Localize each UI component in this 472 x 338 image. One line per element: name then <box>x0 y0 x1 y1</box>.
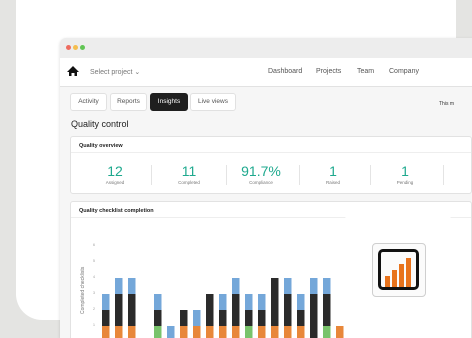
tab-reports[interactable]: Reports <box>110 93 147 111</box>
bar-segment <box>297 294 305 310</box>
y-tick-label: 2 <box>93 307 95 311</box>
bar-segment <box>154 310 162 326</box>
checklist-completion-title: Quality checklist completion <box>79 208 154 214</box>
nav-link-company[interactable]: Company <box>389 68 419 75</box>
stat-raised: 1 Raised <box>301 164 365 185</box>
stat-value: 1 <box>401 163 409 179</box>
bar-segment <box>310 294 318 338</box>
bar-segment <box>219 310 227 326</box>
bar-segment <box>206 294 214 326</box>
bar-segment <box>310 278 318 294</box>
bar-segment <box>245 310 253 326</box>
bar-segment <box>115 326 123 338</box>
bar-segment <box>271 326 279 338</box>
divider <box>370 165 371 185</box>
bar-segment <box>232 326 240 338</box>
tab-insights[interactable]: Insights <box>150 93 188 111</box>
bar-segment <box>232 294 240 326</box>
y-tick-label: 4 <box>93 275 95 279</box>
bar-segment <box>297 326 305 338</box>
bar-segment <box>102 310 110 326</box>
bar-segment <box>102 294 110 310</box>
bar-segment <box>284 278 292 294</box>
bar-segment <box>128 326 136 338</box>
bar-segment <box>323 294 331 326</box>
bar-segment <box>258 294 266 310</box>
bar-segment <box>180 310 188 326</box>
bar-segment <box>193 310 201 326</box>
y-tick-label: 5 <box>93 259 95 263</box>
bar-segment <box>206 326 214 338</box>
stat-label: Compliance <box>249 180 273 185</box>
bar-segment <box>128 294 136 326</box>
bar-segment <box>258 310 266 326</box>
bar-segment <box>193 326 201 338</box>
quality-overview-title: Quality overview <box>79 143 123 149</box>
close-window-dot[interactable] <box>66 45 71 50</box>
stat-label: Pending <box>396 180 414 185</box>
title-bar <box>60 38 472 58</box>
bar-segment <box>323 278 331 294</box>
bar-segment <box>154 294 162 310</box>
top-nav: Select project ⌄ Dashboard Projects Team… <box>60 58 472 87</box>
truncated-note: This m <box>439 101 454 107</box>
quality-overview-panel: Quality overview 12 Assigned 11 Complete… <box>70 136 472 194</box>
app-icon[interactable] <box>372 243 426 297</box>
minimize-window-dot[interactable] <box>73 45 78 50</box>
project-select[interactable]: Select project ⌄ <box>90 68 140 76</box>
bar-segment <box>167 326 175 338</box>
bar-segment <box>115 294 123 326</box>
stat-value: 12 <box>107 163 123 179</box>
bar-segment <box>128 278 136 294</box>
bar-segment <box>284 326 292 338</box>
stat-assigned: 12 Assigned <box>83 164 147 185</box>
stat-label: Completed <box>178 180 200 185</box>
chart-signal-icon <box>378 249 419 290</box>
divider <box>71 152 471 153</box>
bar-segment <box>219 326 227 338</box>
nav-link-team[interactable]: Team <box>357 68 374 75</box>
page-title: Quality control <box>71 119 129 129</box>
bar-segment <box>232 278 240 294</box>
bar-segment <box>245 294 253 310</box>
bar-segment <box>336 326 344 338</box>
stat-value: 1 <box>329 163 337 179</box>
bar-segment <box>297 310 305 326</box>
tab-activity[interactable]: Activity <box>70 93 107 111</box>
bar-segment <box>271 278 279 326</box>
home-icon[interactable] <box>67 66 79 78</box>
bar-segment <box>180 326 188 338</box>
y-tick-label: 3 <box>93 291 95 295</box>
bar-segment <box>102 326 110 338</box>
nav-link-projects[interactable]: Projects <box>316 68 341 75</box>
maximize-window-dot[interactable] <box>80 45 85 50</box>
stat-label: Assigned <box>105 180 125 185</box>
stat-completed: 11 Completed <box>157 164 221 185</box>
stat-value: 91.7% <box>241 163 281 179</box>
divider <box>299 165 300 185</box>
divider <box>226 165 227 185</box>
y-tick-label: 1 <box>93 323 95 327</box>
bar-segment <box>115 278 123 294</box>
bar-segment <box>219 294 227 310</box>
divider <box>151 165 152 185</box>
bar-segment <box>154 326 162 338</box>
divider <box>443 165 444 185</box>
bar-segment <box>258 326 266 338</box>
stat-pending: 1 Pending <box>373 164 437 185</box>
stat-label: Raised <box>325 180 340 185</box>
y-tick-label: 6 <box>93 243 95 247</box>
tab-live-views[interactable]: Live views <box>190 93 236 111</box>
stat-compliance: 91.7% Compliance <box>229 164 293 185</box>
stat-value: 11 <box>181 163 197 179</box>
y-axis-label: Completed checklists <box>80 266 86 314</box>
nav-link-dashboard[interactable]: Dashboard <box>268 68 302 75</box>
bar-segment <box>323 326 331 338</box>
bar-segment <box>284 294 292 326</box>
bar-segment <box>245 326 253 338</box>
